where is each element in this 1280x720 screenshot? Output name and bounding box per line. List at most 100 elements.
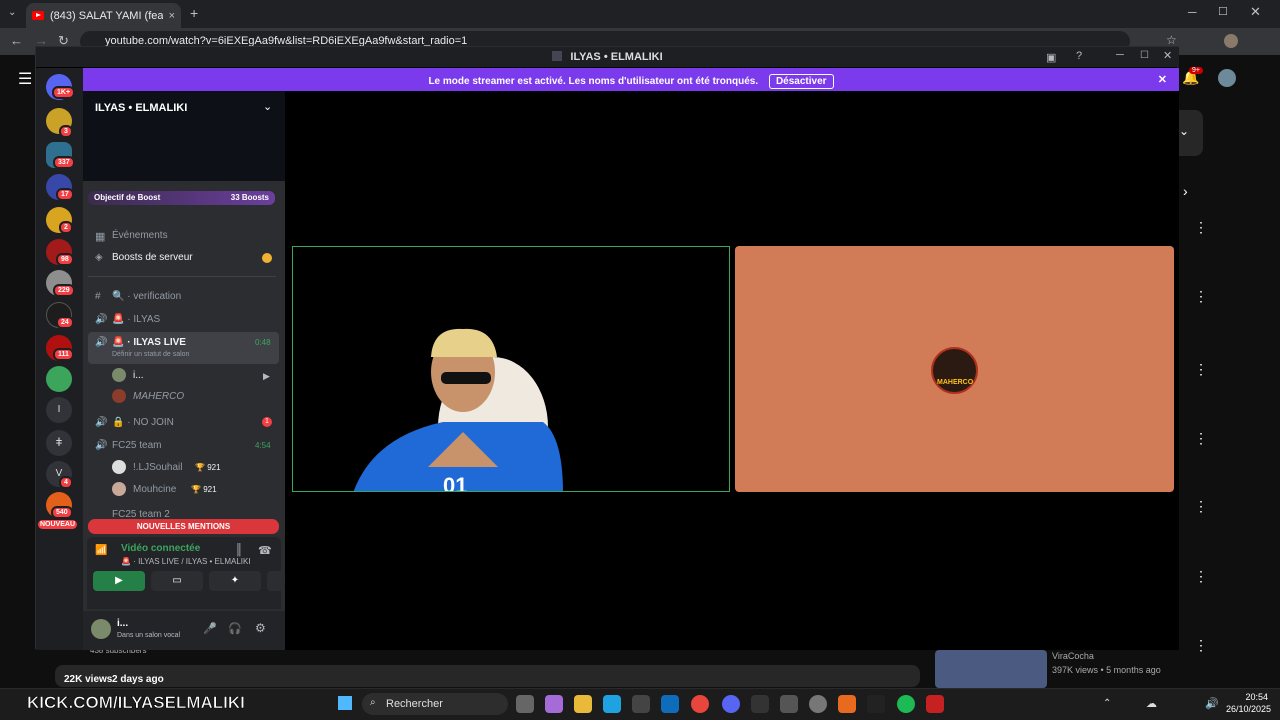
clock-date[interactable]: 26/10/2025 (1226, 704, 1271, 714)
profile-avatar[interactable] (1224, 34, 1238, 48)
taskbar-search[interactable]: Rechercher (362, 693, 508, 715)
more-icon[interactable]: ⋮ (1194, 288, 1208, 305)
guild-icon[interactable] (46, 366, 72, 392)
video-tile-streamer[interactable]: 01 (292, 246, 730, 492)
more-icon[interactable]: ⋮ (1194, 637, 1208, 654)
new-indicator[interactable]: NOUVEAU (38, 520, 78, 529)
voice-channel[interactable]: 🚨 · ILYAS LIVE / ILYAS • ELMALIKI (121, 557, 251, 566)
more-icon[interactable]: ⋮ (1194, 219, 1208, 236)
side-channel-name[interactable]: ViraCocha (1052, 651, 1094, 661)
new-mentions-button[interactable]: NOUVELLES MENTIONS (88, 519, 279, 534)
menu-icon[interactable]: ☰ (18, 69, 32, 89)
maximize-icon[interactable]: ☐ (1218, 5, 1228, 18)
microphone-icon[interactable]: 🎤 (203, 622, 217, 635)
tab-close-icon[interactable]: × (169, 10, 175, 22)
edge-icon[interactable] (603, 695, 621, 713)
gamepad-icon[interactable] (780, 695, 798, 713)
chevron-up-icon[interactable]: ⌃ (1103, 698, 1111, 709)
avatar[interactable] (112, 368, 126, 382)
screen-share-button[interactable]: ▭ (151, 571, 203, 591)
maximize-icon[interactable]: ☐ (1140, 50, 1149, 61)
avatar[interactable] (112, 460, 126, 474)
voice-user[interactable]: !.LJSouhail (133, 462, 182, 473)
disable-streamer-button[interactable]: Désactiver (768, 74, 834, 89)
window-title-bar: ILYAS • ELMALIKI (36, 47, 1179, 67)
explorer-icon[interactable] (574, 695, 592, 713)
voice-user[interactable]: i... (133, 370, 144, 381)
bookmark-star-icon[interactable]: ☆ (1166, 33, 1177, 47)
more-icon[interactable]: ⋮ (1194, 430, 1208, 447)
camera-button[interactable]: ▶ (93, 571, 145, 591)
tab-search-icon[interactable]: ⌄ (8, 7, 16, 18)
headphones-icon[interactable]: 🎧 (228, 622, 242, 635)
app-icon[interactable] (926, 695, 944, 713)
channel-fc25-team[interactable]: FC25 team (112, 440, 161, 451)
disconnect-icon[interactable]: ☎ (258, 544, 272, 557)
guild-badge: 1K+ (52, 86, 76, 99)
avatar[interactable] (112, 389, 126, 403)
photos-icon[interactable] (751, 695, 769, 713)
close-icon[interactable]: ✕ (1163, 49, 1172, 62)
clock-time[interactable]: 20:54 (1226, 692, 1268, 702)
inbox-icon[interactable]: ▣ (1046, 51, 1056, 64)
volume-icon[interactable]: 🔊 (1205, 697, 1219, 710)
more-icon[interactable]: ⋮ (1194, 361, 1208, 378)
new-tab-button[interactable]: + (190, 5, 198, 21)
guild-badge: 24 (56, 316, 74, 329)
outlook-icon[interactable] (661, 695, 679, 713)
warning-icon (262, 253, 272, 263)
channel-verification[interactable]: 🔍 · verification (112, 291, 181, 302)
chrome-icon[interactable] (691, 695, 709, 713)
voice-user[interactable]: Mouhcine (133, 484, 176, 495)
voice-status[interactable]: Vidéo connectée (121, 543, 200, 554)
video-thumbnail[interactable] (935, 650, 1047, 688)
app-icon[interactable] (838, 695, 856, 713)
speaker-icon: 🔊 (95, 337, 108, 348)
gear-icon[interactable]: ⚙ (255, 621, 266, 635)
channel-sidebar: ILYAS • ELMALIKI ⌄ Objectif de Boost 33 … (83, 91, 315, 650)
events-item[interactable]: Événements (112, 230, 168, 241)
store-icon[interactable] (632, 695, 650, 713)
server-banner[interactable]: ILYAS • ELMALIKI ⌄ (83, 91, 285, 181)
avatar[interactable] (112, 482, 126, 496)
minimize-icon[interactable]: ─ (1116, 49, 1124, 61)
more-icon[interactable]: ⋮ (1194, 498, 1208, 515)
windows-start-icon[interactable] (338, 696, 352, 710)
user-name[interactable]: i... (117, 618, 128, 629)
boost-goal-bar[interactable]: Objectif de Boost 33 Boosts (88, 191, 275, 205)
cloud-icon[interactable]: ☁ (1146, 697, 1157, 710)
signal-icon[interactable]: 📶 (95, 545, 107, 556)
guild-icon[interactable]: ǂ (46, 430, 72, 456)
activities-button[interactable]: ✦ (209, 571, 261, 591)
minimize-icon[interactable]: ─ (1188, 5, 1197, 19)
chevron-down-icon[interactable]: ⌄ (263, 100, 272, 113)
app-icon[interactable] (867, 695, 885, 713)
guild-badge: 540 (51, 506, 73, 519)
spotify-icon[interactable] (897, 695, 915, 713)
close-icon[interactable]: ✕ (1250, 4, 1261, 20)
channel-status[interactable]: Définir un statut de salon (112, 351, 189, 358)
guild-icon[interactable]: I (46, 397, 72, 423)
voice-user[interactable]: MAHERCO (133, 391, 184, 402)
help-icon[interactable]: ? (1076, 50, 1082, 62)
upload-date: 2 days ago (112, 674, 164, 685)
app-icon[interactable] (809, 695, 827, 713)
tab-title: (843) SALAT YAMI (feat. Pause) (50, 9, 163, 22)
back-icon[interactable]: ← (10, 33, 23, 48)
avatar[interactable] (1218, 69, 1236, 87)
browser-tab[interactable]: (843) SALAT YAMI (feat. Pause) × (26, 3, 181, 28)
channel-ilyas[interactable]: 🚨 · ILYAS (112, 314, 160, 325)
server-boosts-item[interactable]: Boosts de serveur (112, 252, 193, 263)
discord-icon[interactable] (722, 695, 740, 713)
server-name[interactable]: ILYAS • ELMALIKI (95, 102, 187, 114)
noise-icon[interactable]: ║ (235, 544, 243, 556)
avatar[interactable] (91, 619, 111, 639)
task-view-icon[interactable] (516, 695, 534, 713)
video-tile-maherco[interactable]: MAHERCO (735, 246, 1174, 492)
copilot-icon[interactable] (545, 695, 563, 713)
close-banner-icon[interactable]: ✕ (1158, 73, 1167, 86)
voice-panel: 📶 Vidéo connectée 🚨 · ILYAS LIVE / ILYAS… (87, 537, 315, 609)
chevron-right-icon[interactable]: › (1183, 183, 1188, 199)
channel-no-join[interactable]: 🔒 · NO JOIN (112, 417, 174, 428)
more-icon[interactable]: ⋮ (1194, 568, 1208, 585)
